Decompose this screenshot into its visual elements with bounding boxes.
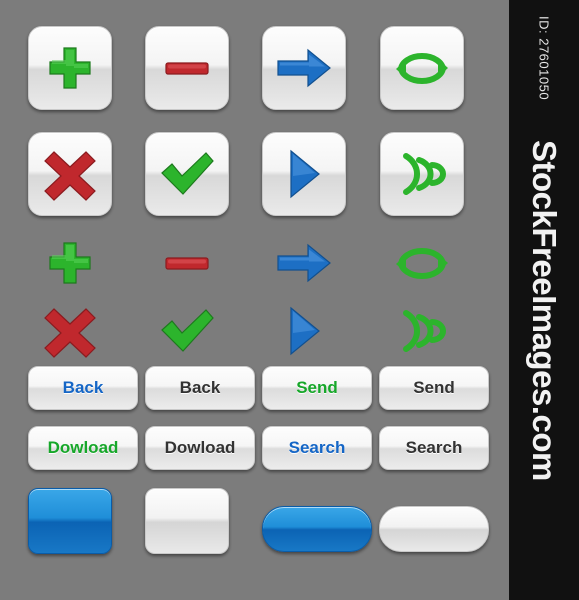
minus-icon	[159, 235, 215, 291]
arrow-right-icon	[274, 40, 334, 96]
refresh-icon	[392, 40, 452, 96]
refresh-icon	[392, 235, 452, 291]
button-arrow-right-framed[interactable]	[262, 26, 346, 110]
check-icon	[157, 146, 217, 202]
icon-close-bare[interactable]	[28, 296, 112, 366]
close-x-icon	[42, 146, 98, 202]
close-x-icon	[42, 303, 98, 359]
blank-rounded-grey-button[interactable]	[379, 506, 489, 552]
icon-signal-bare[interactable]	[380, 296, 464, 366]
icon-refresh-bare[interactable]	[380, 228, 464, 298]
button-label: Dowload	[47, 438, 119, 457]
wifi-signal-icon	[392, 146, 452, 202]
button-play-framed[interactable]	[262, 132, 346, 216]
button-check-framed[interactable]	[145, 132, 229, 216]
button-signal-framed[interactable]	[380, 132, 464, 216]
button-minus-framed[interactable]	[145, 26, 229, 110]
download-button-dark[interactable]: Dowload	[145, 426, 255, 470]
send-button-dark[interactable]: Send	[379, 366, 489, 410]
button-plus-framed[interactable]	[28, 26, 112, 110]
blank-square-grey-button[interactable]	[145, 488, 229, 554]
icon-minus-bare[interactable]	[145, 228, 229, 298]
back-button-dark[interactable]: Back	[145, 366, 255, 410]
button-close-framed[interactable]	[28, 132, 112, 216]
button-label: Search	[288, 438, 346, 457]
icon-play-bare[interactable]	[262, 296, 346, 366]
button-label: Search	[405, 438, 463, 457]
button-label: Dowload	[164, 438, 236, 457]
search-button-dark[interactable]: Search	[379, 426, 489, 470]
arrow-right-icon	[274, 235, 334, 291]
icon-check-bare[interactable]	[145, 296, 229, 366]
wifi-signal-icon	[392, 303, 452, 359]
icon-set-artboard: Back Back Send Send Dowload Dowload Sear…	[0, 0, 509, 600]
plus-icon	[42, 40, 98, 96]
button-label: Send	[413, 378, 455, 397]
watermark-id-label: ID: 27601050	[536, 16, 552, 101]
watermark-site-text: StockFreeImages.com	[526, 140, 563, 481]
blank-square-blue-button[interactable]	[28, 488, 112, 554]
minus-icon	[159, 40, 215, 96]
check-icon	[157, 303, 217, 359]
search-button-blue[interactable]: Search	[262, 426, 372, 470]
icon-arrow-right-bare[interactable]	[262, 228, 346, 298]
download-button-green[interactable]: Dowload	[28, 426, 138, 470]
play-icon	[279, 146, 329, 202]
button-label: Send	[296, 378, 338, 397]
button-label: Back	[62, 378, 104, 397]
button-refresh-framed[interactable]	[380, 26, 464, 110]
page-root: Back Back Send Send Dowload Dowload Sear…	[0, 0, 579, 600]
icon-plus-bare[interactable]	[28, 228, 112, 298]
button-label: Back	[179, 378, 221, 397]
send-button-green[interactable]: Send	[262, 366, 372, 410]
plus-icon	[42, 235, 98, 291]
blank-rounded-blue-button[interactable]	[262, 506, 372, 552]
back-button-blue[interactable]: Back	[28, 366, 138, 410]
play-icon	[279, 303, 329, 359]
